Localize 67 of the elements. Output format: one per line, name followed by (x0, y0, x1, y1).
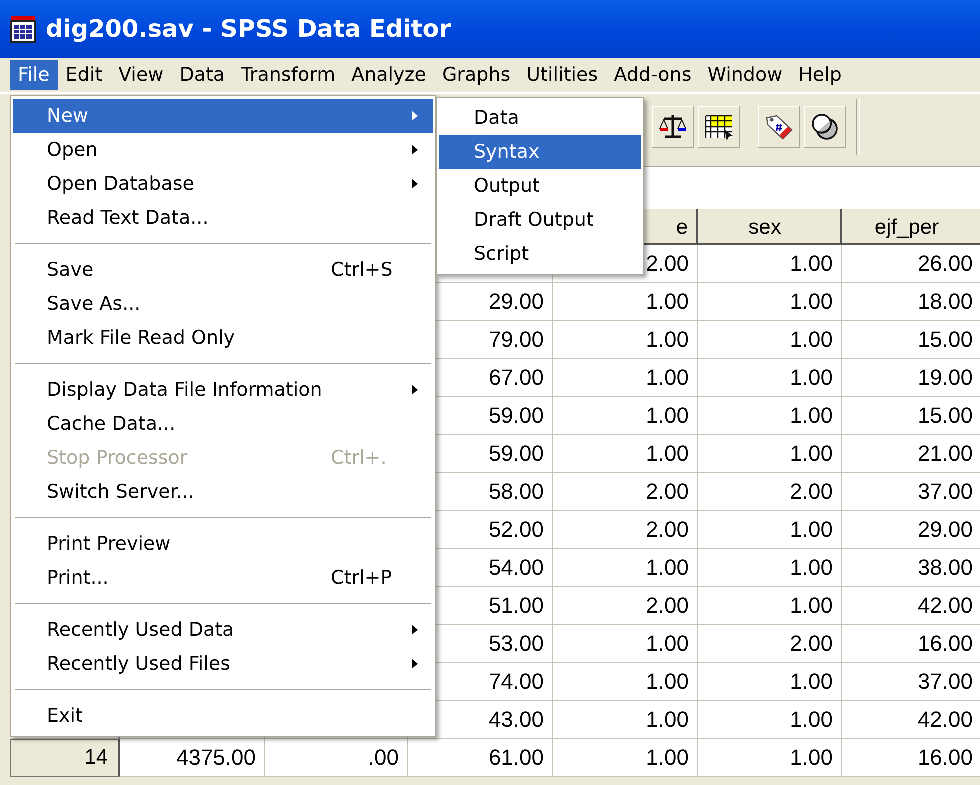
table-cell: 1.00 (553, 739, 698, 777)
menu-item[interactable]: Window (700, 60, 791, 90)
menu-entry[interactable]: Read Text Data... (13, 201, 433, 235)
menu-entry[interactable]: Draft Output (439, 203, 641, 237)
table-cell: 37.00 (842, 663, 980, 701)
menu-item[interactable]: Edit (58, 60, 111, 90)
table-cell: 42.00 (842, 701, 980, 739)
menu-entry[interactable]: Syntax (439, 135, 641, 169)
table-cell: 1.00 (698, 739, 842, 777)
table-cell: 2.00 (698, 625, 842, 663)
column-header[interactable]: sex (698, 209, 842, 245)
table-cell: 15.00 (842, 321, 980, 359)
table-cell: 61.00 (408, 739, 553, 777)
table-cell: 1.00 (553, 701, 698, 739)
table-cell: 1.00 (553, 549, 698, 587)
table-cell: 1.00 (698, 435, 842, 473)
table-cell: 29.00 (842, 511, 980, 549)
table-cell: 1.00 (698, 397, 842, 435)
table-cell: 16.00 (842, 739, 980, 777)
table-cell: 21.00 (842, 435, 980, 473)
menu-entry[interactable]: Output (439, 169, 641, 203)
table-cell: 15.00 (842, 397, 980, 435)
table-cell: 4375.00 (120, 739, 265, 777)
menu-item[interactable]: Utilities (518, 60, 606, 90)
table-cell: 1.00 (553, 283, 698, 321)
table-cell: 2.00 (553, 587, 698, 625)
menu-item[interactable]: File (10, 60, 58, 90)
menu-item[interactable]: Analyze (344, 60, 434, 90)
table-cell: 1.00 (553, 625, 698, 663)
menu-entry[interactable]: Data (439, 101, 641, 135)
table-cell: 1.00 (698, 701, 842, 739)
table-cell: 37.00 (842, 473, 980, 511)
menu-item[interactable]: Help (790, 60, 850, 90)
menu-item[interactable]: Graphs (434, 60, 519, 90)
table-cell: 2.00 (553, 511, 698, 549)
column-header[interactable]: ejf_per (842, 209, 980, 245)
table-cell: 1.00 (698, 549, 842, 587)
table-cell: 1.00 (553, 397, 698, 435)
table-cell: 1.00 (698, 663, 842, 701)
row-header[interactable]: 14 (10, 739, 120, 777)
table-cell: 42.00 (842, 587, 980, 625)
table-cell: 2.00 (553, 473, 698, 511)
table-cell: 1.00 (553, 663, 698, 701)
table-cell: 2.00 (698, 473, 842, 511)
menu-item[interactable]: Transform (233, 60, 344, 90)
table-cell: 1.00 (553, 359, 698, 397)
menu-item[interactable]: View (110, 60, 172, 90)
table-cell: 1.00 (698, 321, 842, 359)
table-cell: 1.00 (698, 283, 842, 321)
menu-item[interactable]: Data (172, 60, 234, 90)
table-cell: 1.00 (698, 359, 842, 397)
menu-entry[interactable]: New (13, 99, 433, 133)
table-cell: 18.00 (842, 283, 980, 321)
table-cell: 16.00 (842, 625, 980, 663)
table-cell: 1.00 (698, 511, 842, 549)
table-cell: 1.00 (553, 321, 698, 359)
menu-entry[interactable]: Open (13, 133, 433, 167)
window-title: dig200.sav - SPSS Data Editor (46, 15, 452, 43)
table-cell: .00 (265, 739, 408, 777)
table-cell: 1.00 (553, 435, 698, 473)
table-cell: 1.00 (698, 587, 842, 625)
table-cell: 1.00 (698, 245, 842, 283)
menu-item[interactable]: Add-ons (606, 60, 700, 90)
table-cell: 19.00 (842, 359, 980, 397)
table-cell: 38.00 (842, 549, 980, 587)
table-cell: 26.00 (842, 245, 980, 283)
menu-entry[interactable]: Open Database (13, 167, 433, 201)
